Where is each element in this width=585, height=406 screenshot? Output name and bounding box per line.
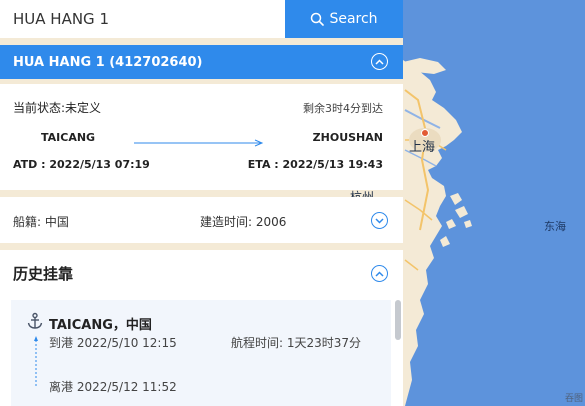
route-arrow-icon (134, 139, 264, 147)
panel-scrollbar[interactable] (395, 300, 401, 340)
atd-time: ATD : 2022/5/13 07:19 (13, 158, 150, 171)
origin-port: TAICANG (41, 131, 96, 144)
expand-details-button[interactable] (371, 212, 388, 229)
anchor-icon (27, 312, 43, 329)
history-voyage-duration: 航程时间: 1天23时37分 (231, 336, 362, 350)
eta-time: ETA : 2022/5/13 19:43 (247, 158, 383, 171)
port-history-card: 历史挂靠 TAICANG，中国 到港 2022/5/10 12:15 航程时间:… (0, 250, 403, 406)
ship-status: 当前状态:未定义 (13, 101, 102, 115)
search-input[interactable] (0, 0, 285, 38)
ship-title: HUA HANG 1 (412702640) (13, 54, 203, 70)
voyage-card: 当前状态:未定义 剩余3时4分到达 TAICANG ZHOUSHAN ATD :… (0, 84, 403, 190)
search-icon (311, 12, 325, 26)
ship-info-panel: Search HUA HANG 1 (412702640) 当前状态:未定义 剩… (0, 0, 403, 406)
search-bar: Search (0, 0, 403, 38)
timeline-arrow-icon (34, 336, 38, 386)
search-button-label: Search (329, 11, 378, 27)
build-year: 建造时间: 2006 (200, 215, 287, 229)
history-arrive-time: 到港 2022/5/10 12:15 (49, 336, 177, 350)
ship-title-bar[interactable]: HUA HANG 1 (412702640) (0, 45, 403, 79)
history-title: 历史挂靠 (13, 265, 74, 283)
history-list-item[interactable]: TAICANG，中国 到港 2022/5/10 12:15 航程时间: 1天23… (11, 300, 391, 406)
destination-port: ZHOUSHAN (312, 131, 383, 144)
search-button[interactable]: Search (285, 0, 403, 38)
collapse-ship-button[interactable] (371, 53, 388, 70)
city-label: 上海 (409, 140, 436, 155)
chevron-up-icon (375, 270, 384, 277)
history-port-name: TAICANG，中国 (49, 318, 152, 333)
chevron-down-icon (375, 217, 384, 224)
map-watermark: 吞图 (564, 394, 583, 404)
chevron-up-icon (375, 58, 384, 65)
eta-remaining: 剩余3时4分到达 (303, 101, 383, 115)
ship-details-card: 船籍: 中国 建造时间: 2006 (0, 197, 403, 243)
sea-label: 东海 (544, 220, 566, 233)
history-depart-time: 离港 2022/5/12 11:52 (49, 380, 177, 394)
ship-flag: 船籍: 中国 (13, 215, 69, 229)
collapse-history-button[interactable] (371, 265, 388, 282)
